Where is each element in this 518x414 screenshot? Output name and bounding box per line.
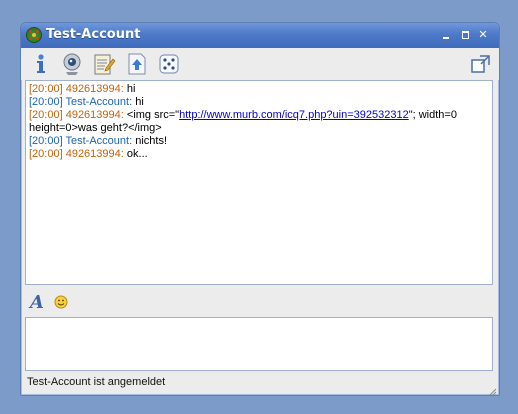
chat-history[interactable]: [20:00] 492613994: hi [20:00] Test-Accoun… xyxy=(25,80,493,285)
dice-icon[interactable] xyxy=(157,52,181,76)
toolbar xyxy=(21,48,499,80)
app-flower-icon xyxy=(27,28,41,42)
message-header: [20:00] Test-Account: xyxy=(29,96,133,108)
message-text: <img src=" xyxy=(126,109,180,121)
message-time: [20:00] xyxy=(29,135,63,147)
message-sender: 492613994 xyxy=(65,109,121,121)
message-input[interactable] xyxy=(25,317,493,371)
chat-message: [20:00] 492613994: <img src="http://www.… xyxy=(29,109,489,135)
smiley-icon[interactable] xyxy=(54,294,68,309)
minimize-button[interactable] xyxy=(439,28,453,42)
maximize-button[interactable] xyxy=(458,28,472,42)
message-header: [20:00] 492613994: xyxy=(29,148,124,160)
message-text: nichts! xyxy=(135,135,168,147)
message-sender: 492613994 xyxy=(65,148,121,160)
resize-grip-icon[interactable] xyxy=(487,383,497,395)
font-button[interactable]: A xyxy=(30,292,44,313)
notepad-icon[interactable] xyxy=(92,52,116,76)
window-title: Test-Account xyxy=(46,27,141,42)
message-header: [20:00] Test-Account: xyxy=(29,135,133,147)
info-icon[interactable] xyxy=(29,52,53,76)
send-file-icon[interactable] xyxy=(125,52,149,76)
format-bar: A xyxy=(21,289,499,315)
close-button[interactable]: ✕ xyxy=(476,28,490,42)
status-text: Test-Account ist angemeldet xyxy=(27,376,166,388)
message-time: [20:00] xyxy=(29,148,63,160)
message-header: [20:00] 492613994: xyxy=(29,109,124,121)
message-time: [20:00] xyxy=(29,109,63,121)
message-text: ok... xyxy=(126,148,148,160)
chat-window: Test-Account ✕ [20:00] 492613994: hi [20:… xyxy=(20,22,500,396)
chat-message: [20:00] 492613994: hi xyxy=(29,83,489,96)
chat-message: [20:00] 492613994: ok... xyxy=(29,148,489,161)
message-time: [20:00] xyxy=(29,83,63,95)
message-time: [20:00] xyxy=(29,96,63,108)
message-link[interactable]: http://www.murb.com/icq7.php?uin=3925323… xyxy=(179,109,409,121)
chat-message: [20:00] Test-Account: hi xyxy=(29,96,489,109)
popout-icon[interactable] xyxy=(469,52,493,76)
title-bar[interactable]: Test-Account ✕ xyxy=(21,23,499,48)
message-text: hi xyxy=(126,83,136,95)
message-sender: 492613994 xyxy=(65,83,121,95)
message-text: hi xyxy=(135,96,144,108)
webcam-icon[interactable] xyxy=(60,52,84,76)
message-sender: Test-Account xyxy=(65,135,130,147)
message-header: [20:00] 492613994: xyxy=(29,83,124,95)
chat-message: [20:00] Test-Account: nichts! xyxy=(29,135,489,148)
message-sender: Test-Account xyxy=(65,96,130,108)
